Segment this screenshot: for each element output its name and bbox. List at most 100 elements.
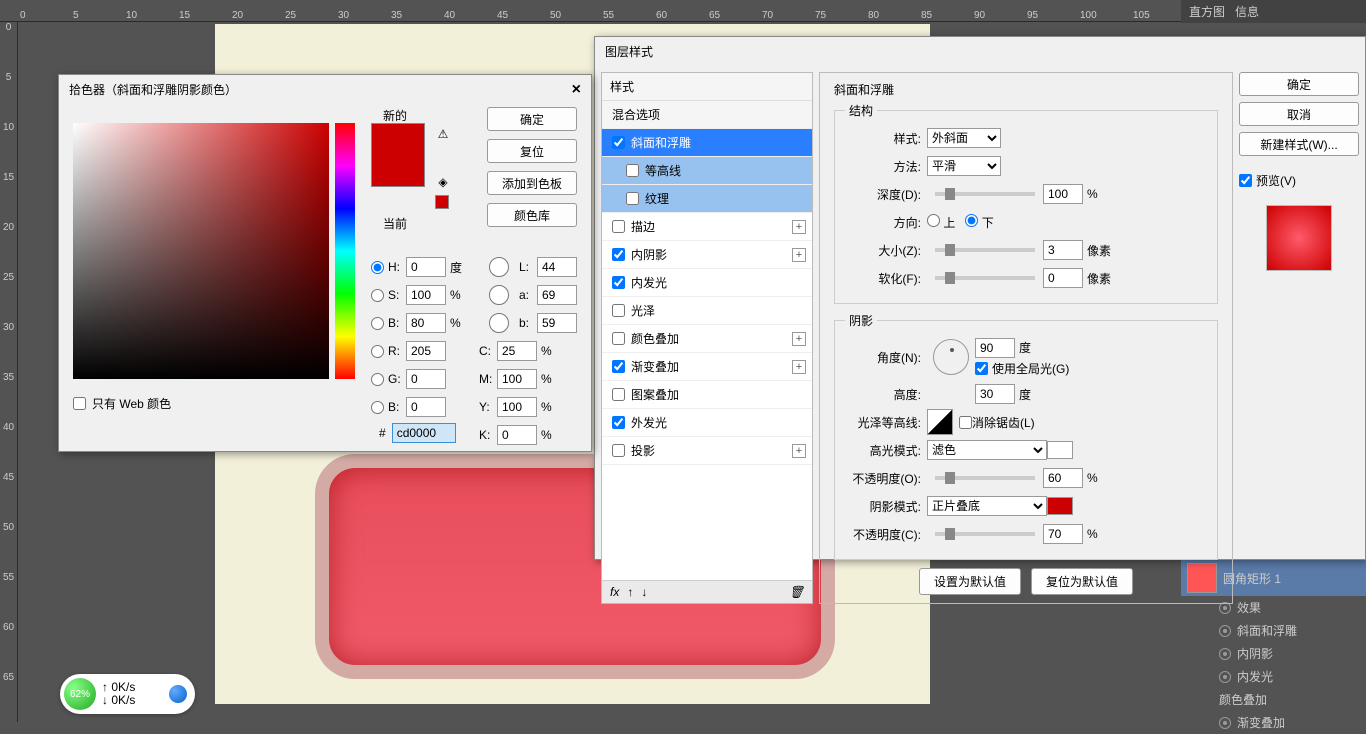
hex-input[interactable]	[392, 423, 456, 443]
gauge-accelerator-icon[interactable]	[169, 685, 187, 703]
cancel-button[interactable]: 取消	[1239, 102, 1359, 126]
magenta-input[interactable]	[497, 369, 537, 389]
green-input[interactable]	[406, 369, 446, 389]
lab-l-input[interactable]	[537, 257, 577, 277]
size-input[interactable]	[1043, 240, 1083, 260]
blue-input[interactable]	[406, 397, 446, 417]
style-bevel[interactable]: 斜面和浮雕	[602, 129, 812, 157]
preview-checkbox[interactable]	[1239, 174, 1252, 187]
style-stroke[interactable]: 描边+	[602, 213, 812, 241]
plus-icon[interactable]: +	[792, 248, 806, 262]
shadow-opacity-slider[interactable]	[935, 532, 1035, 536]
tab-info[interactable]: 信息	[1235, 3, 1259, 20]
plus-icon[interactable]: +	[792, 332, 806, 346]
visibility-icon[interactable]	[1219, 671, 1231, 683]
lab-b-radio[interactable]	[479, 313, 519, 333]
make-default-button[interactable]: 设置为默认值	[919, 568, 1021, 595]
visibility-icon[interactable]	[1219, 648, 1231, 660]
style-color-overlay[interactable]: 颜色叠加+	[602, 325, 812, 353]
bri-input[interactable]	[406, 313, 446, 333]
red-radio[interactable]	[371, 345, 384, 358]
soften-slider[interactable]	[935, 276, 1035, 280]
altitude-input[interactable]	[975, 384, 1015, 404]
arrow-down-icon[interactable]: ↓	[641, 585, 647, 599]
global-light-checkbox[interactable]	[975, 362, 988, 375]
hue-radio[interactable]	[371, 261, 384, 274]
lab-a-radio[interactable]	[479, 285, 519, 305]
plus-icon[interactable]: +	[792, 444, 806, 458]
highlight-opacity-input[interactable]	[1043, 468, 1083, 488]
antialias-checkbox[interactable]	[959, 416, 972, 429]
new-style-button[interactable]: 新建样式(W)...	[1239, 132, 1359, 156]
cube-icon[interactable]: ◈	[435, 175, 451, 189]
arrow-up-icon[interactable]: ↑	[627, 585, 633, 599]
style-drop-shadow[interactable]: 投影+	[602, 437, 812, 465]
cyan-input[interactable]	[497, 341, 537, 361]
tab-histogram[interactable]: 直方图	[1189, 3, 1225, 20]
sat-input[interactable]	[406, 285, 446, 305]
shadow-color-swatch[interactable]	[1047, 497, 1073, 515]
bevel-technique-select[interactable]: 平滑	[927, 156, 1001, 176]
depth-slider[interactable]	[935, 192, 1035, 196]
websafe-swatch[interactable]	[435, 195, 449, 209]
shadow-mode-select[interactable]: 正片叠底	[927, 496, 1047, 516]
visibility-icon[interactable]	[1219, 717, 1231, 729]
highlight-opacity-slider[interactable]	[935, 476, 1035, 480]
blue-radio[interactable]	[371, 401, 384, 414]
layer-fx-bevel[interactable]: 斜面和浮雕	[1181, 619, 1366, 642]
plus-icon[interactable]: +	[792, 360, 806, 374]
direction-down-radio[interactable]	[965, 214, 978, 227]
bri-radio[interactable]	[371, 317, 384, 330]
style-gradient-overlay[interactable]: 渐变叠加+	[602, 353, 812, 381]
angle-input[interactable]	[975, 338, 1015, 358]
reset-button[interactable]: 复位	[487, 139, 577, 163]
direction-up-radio[interactable]	[927, 214, 940, 227]
reset-default-button[interactable]: 复位为默认值	[1031, 568, 1133, 595]
styles-header[interactable]: 样式	[602, 73, 812, 101]
yellow-input[interactable]	[497, 397, 537, 417]
trash-icon[interactable]: 🗑	[789, 585, 804, 599]
style-outer-glow[interactable]: 外发光	[602, 409, 812, 437]
style-inner-glow[interactable]: 内发光	[602, 269, 812, 297]
lab-b-input[interactable]	[537, 313, 577, 333]
layer-fx-inner-glow[interactable]: 内发光	[1181, 665, 1366, 688]
shadow-opacity-input[interactable]	[1043, 524, 1083, 544]
lab-a-input[interactable]	[537, 285, 577, 305]
layer-fx-color-overlay[interactable]: 颜色叠加	[1181, 688, 1366, 711]
size-slider[interactable]	[935, 248, 1035, 252]
close-icon[interactable]: ×	[572, 81, 581, 99]
plus-icon[interactable]: +	[792, 220, 806, 234]
style-pattern-overlay[interactable]: 图案叠加	[602, 381, 812, 409]
ok-button[interactable]: 确定	[487, 107, 577, 131]
style-satin[interactable]: 光泽	[602, 297, 812, 325]
lab-l-radio[interactable]	[479, 257, 519, 277]
fx-icon[interactable]: fx	[610, 585, 619, 599]
black-input[interactable]	[497, 425, 537, 445]
soften-input[interactable]	[1043, 268, 1083, 288]
style-texture[interactable]: 纹理	[602, 185, 812, 213]
gamut-warning-icon[interactable]: ⚠	[435, 127, 451, 141]
layer-fx-inner-shadow[interactable]: 内阴影	[1181, 642, 1366, 665]
hue-input[interactable]	[406, 257, 446, 277]
style-blend-options[interactable]: 混合选项	[602, 101, 812, 129]
angle-dial[interactable]	[933, 339, 969, 375]
hue-slider[interactable]	[335, 123, 355, 379]
network-gauge-widget[interactable]: 62% ↑ 0K/s ↓ 0K/s	[60, 674, 195, 714]
visibility-icon[interactable]	[1219, 625, 1231, 637]
color-libraries-button[interactable]: 颜色库	[487, 203, 577, 227]
highlight-mode-select[interactable]: 滤色	[927, 440, 1047, 460]
saturation-brightness-field[interactable]	[73, 123, 329, 379]
red-input[interactable]	[406, 341, 446, 361]
bevel-style-select[interactable]: 外斜面	[927, 128, 1001, 148]
gloss-contour-picker[interactable]	[927, 409, 953, 435]
web-only-checkbox[interactable]	[73, 397, 86, 410]
highlight-color-swatch[interactable]	[1047, 441, 1073, 459]
ok-button[interactable]: 确定	[1239, 72, 1359, 96]
style-contour[interactable]: 等高线	[602, 157, 812, 185]
style-inner-shadow[interactable]: 内阴影+	[602, 241, 812, 269]
depth-input[interactable]	[1043, 184, 1083, 204]
add-swatch-button[interactable]: 添加到色板	[487, 171, 577, 195]
layer-fx-gradient-overlay[interactable]: 渐变叠加	[1181, 711, 1366, 734]
green-radio[interactable]	[371, 373, 384, 386]
sat-radio[interactable]	[371, 289, 384, 302]
